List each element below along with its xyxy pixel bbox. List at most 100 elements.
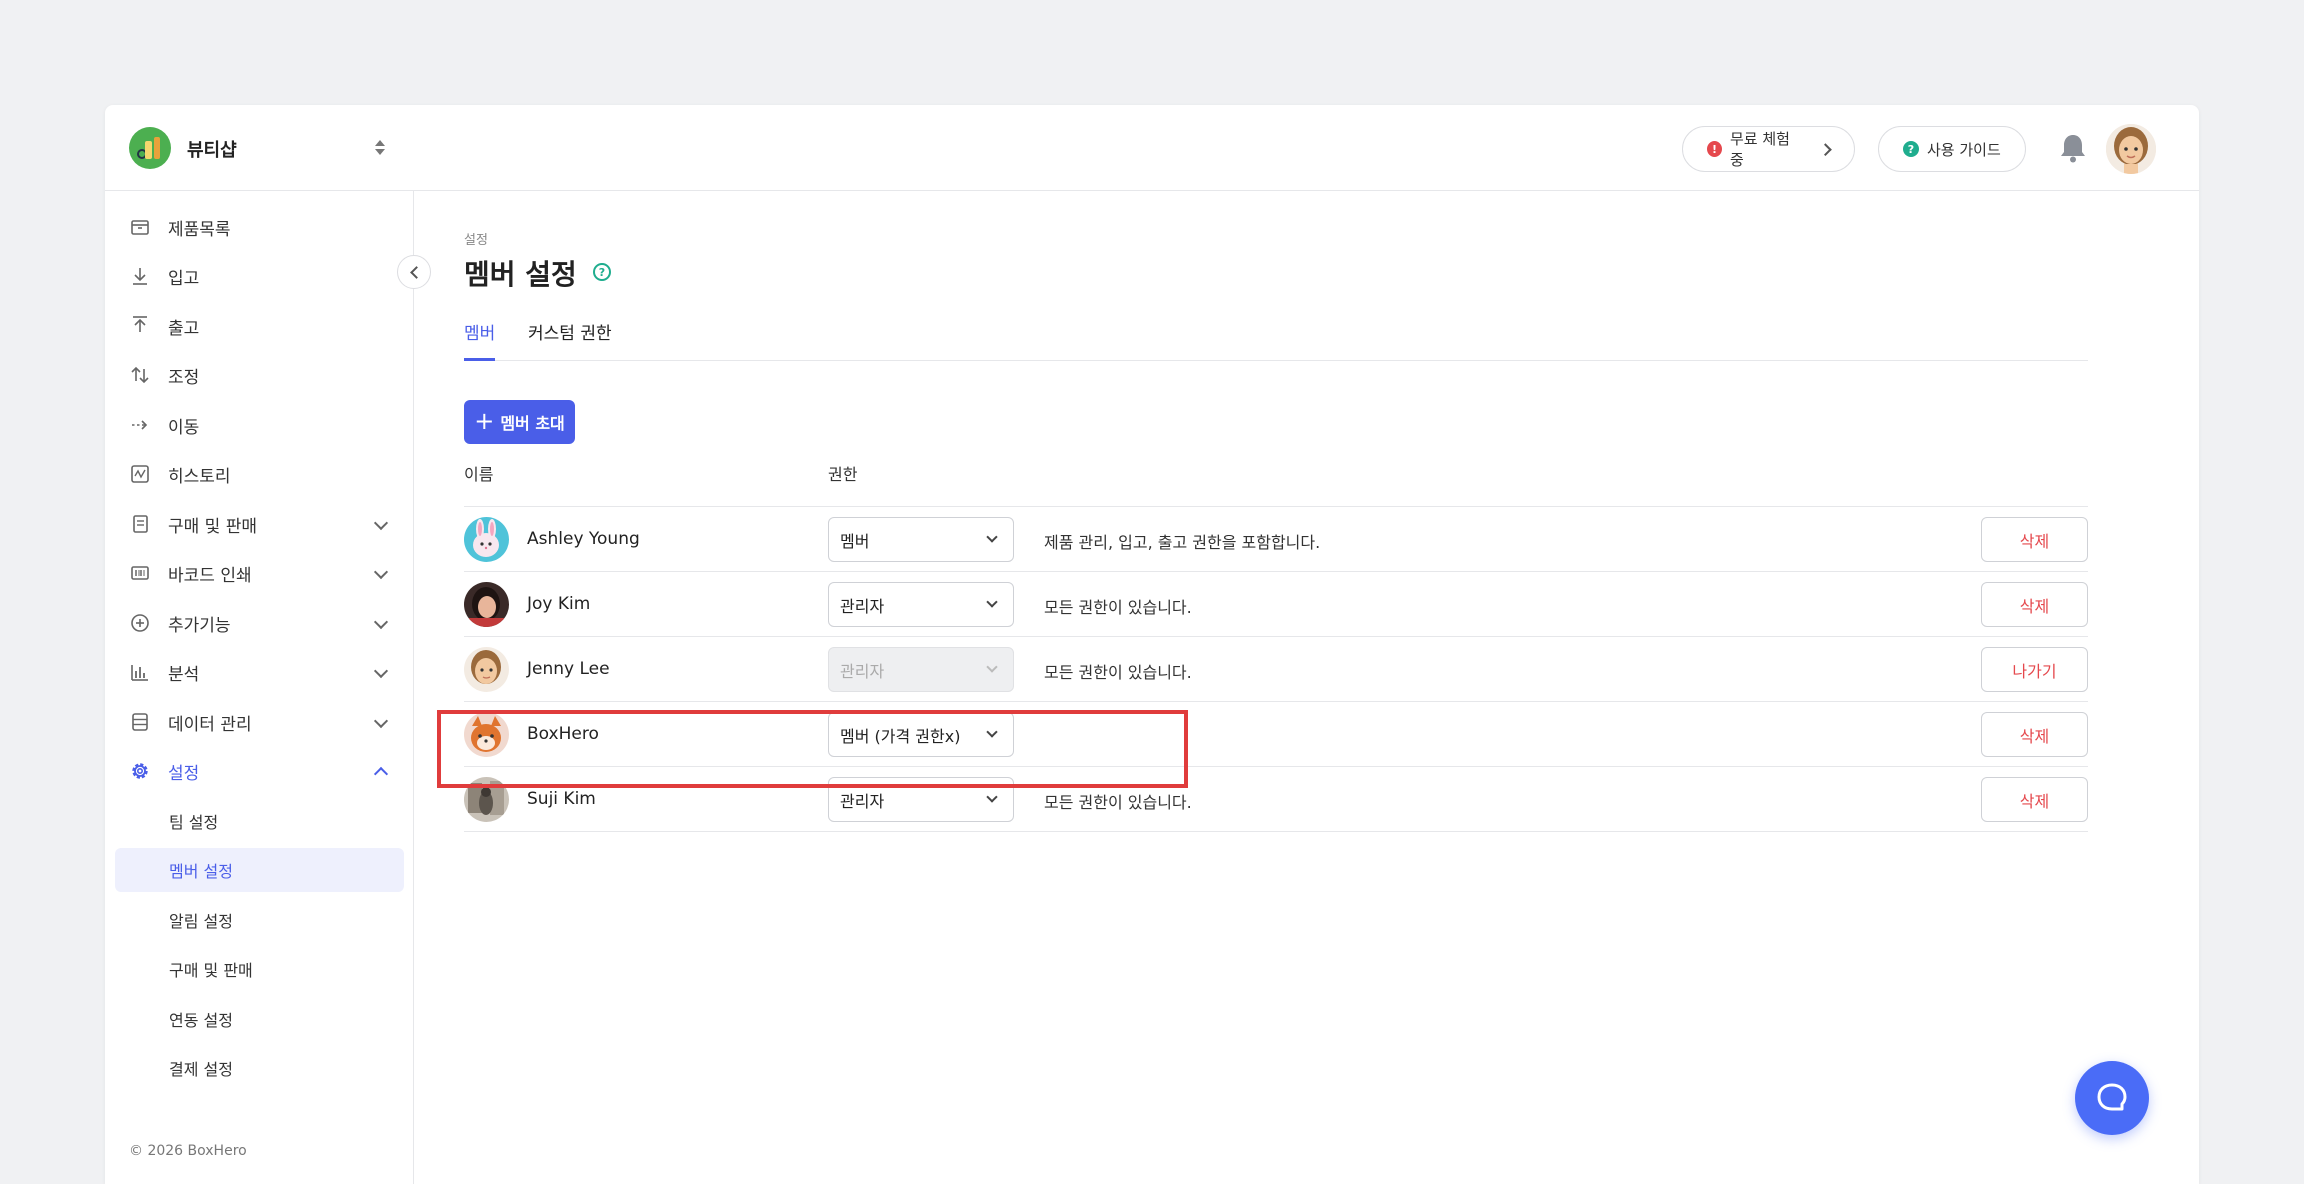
- avatar: [464, 712, 509, 757]
- sidebar-item-analytics[interactable]: 분석: [115, 650, 404, 694]
- role-select[interactable]: 관리자: [828, 582, 1014, 627]
- sidebar-item-label: 추가기능: [168, 615, 231, 636]
- role-value: 멤버: [840, 531, 870, 551]
- sidebar-subitem-member-settings[interactable]: 멤버 설정: [115, 848, 404, 892]
- chevron-down-icon: [986, 726, 998, 738]
- sidebar-subitem-purchase-sales[interactable]: 구매 및 판매: [115, 947, 404, 991]
- team-logo[interactable]: [129, 127, 171, 169]
- leave-button[interactable]: 나가기: [1981, 647, 2088, 692]
- sidebar-item-label: 입고: [168, 268, 200, 289]
- invite-member-label: 멤버 초대: [500, 414, 565, 433]
- sidebar-item-addons[interactable]: 추가기능: [115, 601, 404, 645]
- chat-support-button[interactable]: [2075, 1061, 2149, 1135]
- free-trial-button[interactable]: ! 무료 체험 중: [1682, 126, 1855, 172]
- tab-custom-permissions[interactable]: 커스텀 권한: [528, 319, 612, 361]
- avatar: [464, 647, 509, 692]
- question-icon: ?: [1903, 141, 1919, 157]
- sidebar-item-label: 구매 및 판매: [168, 516, 258, 537]
- delete-button[interactable]: 삭제: [1981, 517, 2088, 562]
- download-arrow-icon: [129, 265, 151, 287]
- box-icon: [129, 216, 151, 238]
- sidebar-item-label: 제품목록: [168, 219, 231, 240]
- tab-bar: 멤버 커스텀 권한: [464, 311, 2088, 361]
- help-icon[interactable]: ?: [593, 263, 611, 281]
- chevron-down-icon: [373, 663, 389, 679]
- table-row: Jenny Lee 관리자 모든 권한이 있습니다. 나가기: [464, 637, 2088, 702]
- team-switch-icon[interactable]: [373, 135, 387, 159]
- chevron-left-icon: [409, 265, 423, 279]
- sidebar-item-adjust[interactable]: 조정: [115, 353, 404, 397]
- chevron-down-icon: [986, 661, 998, 673]
- plus-circle-icon: [129, 612, 151, 634]
- plus-icon: +: [474, 406, 495, 435]
- chevron-down-icon: [986, 531, 998, 543]
- sidebar-item-label: 바코드 인쇄: [168, 565, 252, 586]
- chevron-right-icon: [1819, 142, 1832, 156]
- sidebar-item-history[interactable]: 히스토리: [115, 452, 404, 496]
- role-value: 관리자: [840, 791, 885, 811]
- sidebar-subitem-billing-settings[interactable]: 결제 설정: [115, 1046, 404, 1090]
- sidebar-item-outbound[interactable]: 출고: [115, 304, 404, 348]
- chevron-down-icon: [986, 791, 998, 803]
- sidebar-item-label: 조정: [168, 367, 200, 388]
- page-title: 멤버 설정: [464, 258, 577, 291]
- invite-member-button[interactable]: + 멤버 초대: [464, 400, 575, 444]
- column-header-name: 이름: [464, 465, 494, 484]
- role-value: 관리자: [840, 596, 885, 616]
- role-description: 제품 관리, 입고, 출고 권한을 포함합니다.: [1044, 533, 1321, 552]
- role-value: 멤버 (가격 권한x): [840, 726, 961, 746]
- sidebar-subitem-team-settings[interactable]: 팀 설정: [115, 799, 404, 843]
- barcode-icon: [129, 562, 151, 584]
- chevron-down-icon: [986, 596, 998, 608]
- team-name[interactable]: 뷰티샵: [187, 136, 237, 162]
- role-select[interactable]: 관리자: [828, 777, 1014, 822]
- document-icon: [129, 513, 151, 535]
- role-select[interactable]: 멤버: [828, 517, 1014, 562]
- role-select[interactable]: 멤버 (가격 권한x): [828, 712, 1014, 757]
- breadcrumb[interactable]: 설정: [464, 229, 488, 248]
- bar-chart-icon: [129, 661, 151, 683]
- avatar: [464, 517, 509, 562]
- sidebar-item-inbound[interactable]: 입고: [115, 254, 404, 298]
- sidebar-item-settings[interactable]: 설정: [115, 749, 404, 793]
- avatar: [464, 582, 509, 627]
- history-icon: [129, 463, 151, 485]
- user-guide-button[interactable]: ? 사용 가이드: [1878, 126, 2026, 172]
- member-name: BoxHero: [527, 724, 599, 744]
- user-avatar[interactable]: [2106, 124, 2156, 174]
- member-name: Ashley Young: [527, 529, 640, 549]
- main-content: 설정 멤버 설정 ? 멤버 커스텀 권한 + 멤버 초대 이름 권한 Ashle…: [414, 191, 2199, 1184]
- gear-icon: [129, 760, 151, 782]
- sidebar-item-label: 히스토리: [168, 466, 231, 487]
- user-guide-label: 사용 가이드: [1927, 140, 2001, 159]
- upload-arrow-icon: [129, 315, 151, 337]
- member-name: Suji Kim: [527, 789, 596, 809]
- sidebar-item-purchase-sales[interactable]: 구매 및 판매: [115, 502, 404, 546]
- member-name: Joy Kim: [527, 594, 591, 614]
- top-header: 뷰티샵 ! 무료 체험 중 ? 사용 가이드: [105, 105, 2199, 191]
- sidebar-item-barcode[interactable]: 바코드 인쇄: [115, 551, 404, 595]
- table-row: Ashley Young 멤버 제품 관리, 입고, 출고 권한을 포함합니다.…: [464, 507, 2088, 572]
- delete-button[interactable]: 삭제: [1981, 582, 2088, 627]
- sidebar-item-label: 이동: [168, 417, 200, 438]
- sidebar-subitem-notification-settings[interactable]: 알림 설정: [115, 898, 404, 942]
- free-trial-label: 무료 체험 중: [1729, 130, 1790, 169]
- sidebar-item-data-management[interactable]: 데이터 관리: [115, 700, 404, 744]
- chevron-down-icon: [373, 713, 389, 729]
- app-window: 뷰티샵 ! 무료 체험 중 ? 사용 가이드 제품목록 입고 출고 조정 이동 …: [105, 105, 2199, 1184]
- sidebar-item-label: 분석: [168, 664, 200, 685]
- sidebar-collapse-button[interactable]: [397, 255, 431, 289]
- bell-icon[interactable]: [2057, 131, 2089, 165]
- delete-button[interactable]: 삭제: [1981, 712, 2088, 757]
- sidebar: 제품목록 입고 출고 조정 이동 히스토리 구매 및 판매 바코드 인쇄 추가기…: [105, 191, 414, 1184]
- copyright: © 2026 BoxHero: [129, 1143, 247, 1159]
- role-description: 모든 권한이 있습니다.: [1044, 793, 1192, 812]
- chevron-down-icon: [373, 614, 389, 630]
- delete-button[interactable]: 삭제: [1981, 777, 2088, 822]
- sidebar-subitem-integration-settings[interactable]: 연동 설정: [115, 997, 404, 1041]
- sidebar-item-products[interactable]: 제품목록: [115, 205, 404, 249]
- sidebar-item-move[interactable]: 이동: [115, 403, 404, 447]
- tab-members[interactable]: 멤버: [464, 319, 496, 361]
- avatar: [464, 777, 509, 822]
- alert-icon: !: [1707, 141, 1722, 157]
